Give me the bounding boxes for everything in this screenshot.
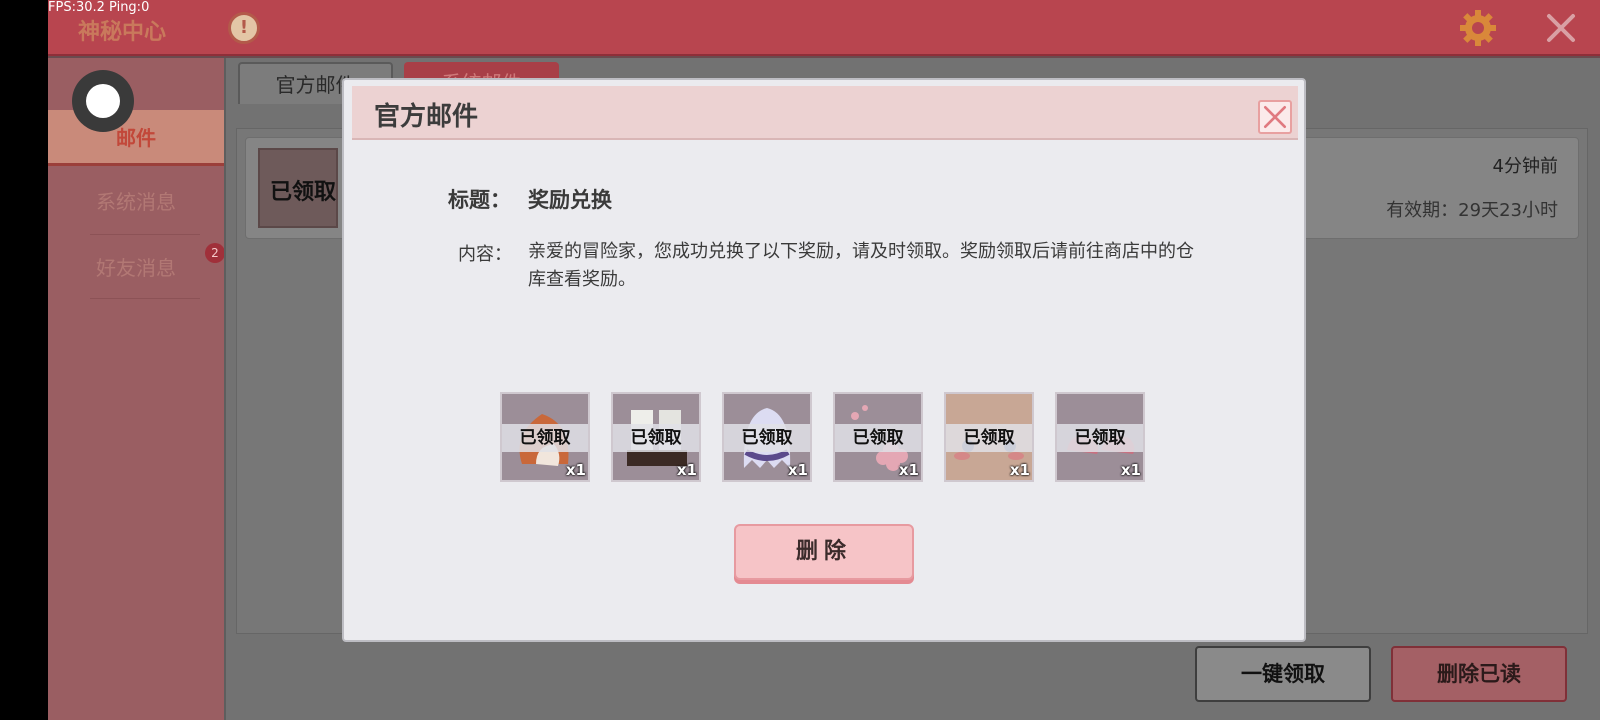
sidebar-divider bbox=[90, 298, 200, 299]
claimed-stamp: 已领取 bbox=[835, 424, 921, 452]
notification-badge: 2 bbox=[205, 243, 225, 263]
claimed-stamp: 已领取 bbox=[946, 424, 1032, 452]
reward-item[interactable]: 已领取 x1 bbox=[500, 392, 590, 482]
fps-readout: FPS:30.2 Ping:0 bbox=[48, 0, 150, 15]
claimed-stamp: 已领取 bbox=[1057, 424, 1143, 452]
content-body: 亲爱的冒险家，您成功兑换了以下奖励，请及时领取。奖励领取后请前往商店中的仓库查看… bbox=[528, 241, 1194, 290]
joystick[interactable] bbox=[72, 70, 134, 132]
reward-quantity: x1 bbox=[1120, 461, 1141, 479]
mail-thumbnail: 已领取 bbox=[258, 148, 338, 228]
sidebar-item-friends[interactable]: 好友消息 bbox=[48, 240, 224, 296]
dialog-title: 官方邮件 bbox=[374, 102, 479, 132]
sidebar-divider bbox=[90, 234, 200, 235]
close-icon[interactable] bbox=[1543, 10, 1579, 46]
reward-item[interactable]: 已领取 x1 bbox=[722, 392, 812, 482]
delete-read-button[interactable]: 删除已读 bbox=[1391, 646, 1567, 702]
joystick-knob[interactable] bbox=[86, 84, 120, 118]
reward-item[interactable]: 已领取 x1 bbox=[1055, 392, 1145, 482]
top-bar: 神秘中心 ! bbox=[48, 0, 1600, 56]
sidebar-item-mail[interactable]: 邮件 bbox=[48, 110, 224, 166]
claimed-stamp: 已领取 bbox=[724, 424, 810, 452]
mail-expiry: 有效期：29天23小时 bbox=[1386, 200, 1558, 221]
claimed-stamp: 已领取 bbox=[270, 180, 337, 205]
claimed-stamp: 已领取 bbox=[613, 424, 699, 452]
reward-quantity: x1 bbox=[787, 461, 808, 479]
sidebar-item-system[interactable]: 系统消息 bbox=[48, 174, 224, 230]
claim-all-button[interactable]: 一键领取 bbox=[1195, 646, 1371, 702]
mail-dialog: 官方邮件 标题： 奖励兑换 内容： 亲爱的冒险家，您成功兑换了以下奖励，请及时领… bbox=[342, 78, 1306, 642]
reward-quantity: x1 bbox=[565, 461, 586, 479]
subject-label: 标题： bbox=[448, 188, 511, 212]
reward-item[interactable]: 已领取 x1 bbox=[611, 392, 701, 482]
delete-button[interactable]: 删除 bbox=[734, 524, 914, 580]
reward-list: 已领取 x1 已领取 x1 已领取 x1 已领取 x1 已领取 x1 已领取 x… bbox=[500, 392, 1154, 482]
content-label: 内容： bbox=[458, 244, 512, 265]
close-icon[interactable] bbox=[1258, 100, 1292, 134]
dialog-header: 官方邮件 bbox=[352, 86, 1298, 140]
reward-quantity: x1 bbox=[898, 461, 919, 479]
reward-item[interactable]: 已领取 x1 bbox=[944, 392, 1034, 482]
reward-quantity: x1 bbox=[1009, 461, 1030, 479]
reward-item[interactable]: 已领取 x1 bbox=[833, 392, 923, 482]
mail-time: 4分钟前 bbox=[1492, 156, 1558, 177]
warning-icon[interactable]: ! bbox=[228, 12, 260, 44]
sidebar: 邮件 系统消息 好友消息 bbox=[48, 58, 224, 720]
subject-value: 奖励兑换 bbox=[528, 188, 612, 212]
claimed-stamp: 已领取 bbox=[502, 424, 588, 452]
reward-quantity: x1 bbox=[676, 461, 697, 479]
gear-icon[interactable] bbox=[1458, 8, 1498, 48]
page-title: 神秘中心 bbox=[78, 20, 167, 45]
